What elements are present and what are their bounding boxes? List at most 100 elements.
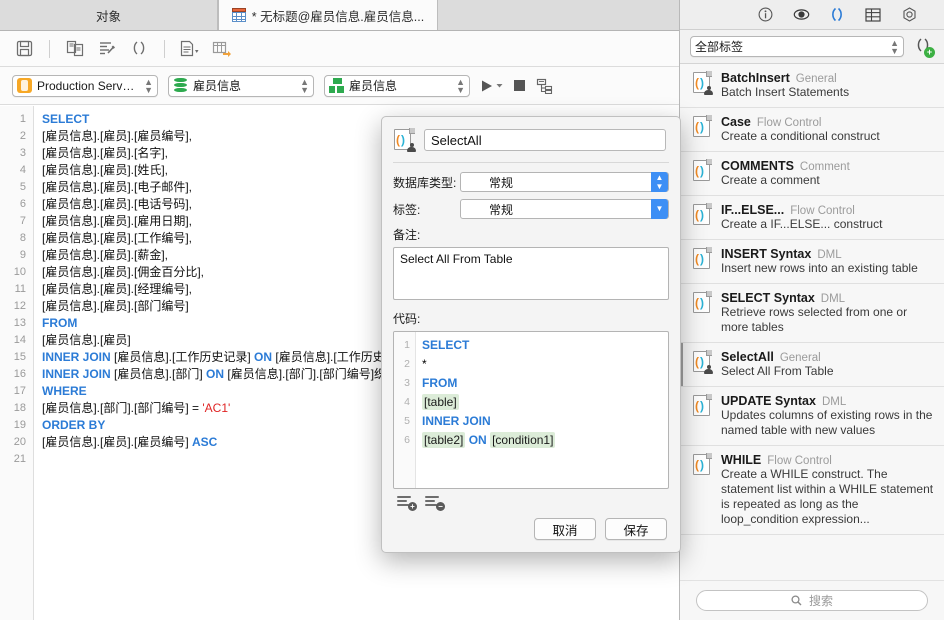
snippet-list-item[interactable]: () BatchInsert General Batch Insert Stateme… [680,64,944,108]
format-sql-icon[interactable] [93,36,121,62]
snippet-description: Create a conditional construct [721,129,880,143]
snippet-list-item[interactable]: () WHILE Flow Control Create a WHILE constr… [680,446,944,535]
snippet-text: UPDATE Syntax DML Updates columns of exist… [721,394,934,438]
snippet-doc-icon: () [692,247,712,271]
snippet-category: Flow Control [790,205,855,217]
database-icon [173,78,188,93]
stop-query-button[interactable] [513,79,526,92]
snippet-code-line-number: 6 [404,434,410,446]
snippet-list-item[interactable]: () Case Flow Control Create a conditional c… [680,108,944,152]
run-query-button[interactable] [480,79,503,93]
snippet-list-item[interactable]: () UPDATE Syntax DML Updates columns of exi… [680,387,944,446]
snippet-doc-icon: () [692,159,712,183]
snippet-title: SELECT Syntax [721,291,815,305]
snippet-code-line: * [422,357,427,371]
snippet-code-line: INNER JOIN [422,414,491,428]
tab-objects[interactable]: 对象 [0,0,218,30]
snippet-title-row: UPDATE Syntax DML [721,394,934,408]
tag-filter-select[interactable]: 全部标签 ▲ ▼ [690,36,904,57]
explain-plan-button[interactable] [536,78,554,94]
cancel-button[interactable]: 取消 [534,518,596,540]
server-select-value: Production Server... [37,78,138,93]
export-grid-icon[interactable] [208,36,236,62]
server-select-stepper: ▲ ▼ [144,76,153,95]
connection-toolbar: Production Server... ▲ ▼ 雇员信息 ▲ ▼ 雇员信息 ▲ ▼ [0,67,679,105]
snippet-list-item[interactable]: () INSERT Syntax DML Insert new rows into a… [680,240,944,284]
info-icon[interactable] [756,6,774,24]
editor-line-number: 2 [19,130,26,142]
snippet-title-row: INSERT Syntax DML [721,247,934,261]
snippet-title-row: Case Flow Control [721,115,934,129]
remove-parameter-button[interactable]: − [425,495,445,511]
snippet-description: Retrieve rows selected from one or more … [721,305,908,334]
snippet-doc-icon: () [692,71,713,95]
snippet-title: SelectAll [721,350,774,364]
snippet-category: Flow Control [756,117,822,129]
code-section: 代码: 1 2 3 4 5 6 SELECT * FROM [table] INNER JOIN [… [393,310,669,511]
snippet-doc-icon: () [692,291,712,315]
code-param-buttons: + − [393,489,669,511]
add-parameter-button[interactable]: + [397,495,417,511]
snippet-name-value: SelectAll [431,132,482,148]
snippet-text: SelectAll General Select All From Table [721,350,934,379]
snippet-list-item[interactable]: () SelectAll General Select All From Table [680,343,944,387]
save-button[interactable]: 保存 [605,518,667,540]
snippet-list-item[interactable]: () SELECT Syntax DML Retrieve rows selected… [680,284,944,343]
editor-line-number: 3 [19,147,26,159]
schema-select-value: 雇员信息 [349,79,398,93]
app-window: 对象 * 无标题@雇员信息.雇员信息... Production Server.… [0,0,944,620]
db-type-stepper-icon[interactable]: ▲ ▼ [651,172,668,192]
editor-line-number: 10 [13,266,26,278]
tab-bar: 对象 * 无标题@雇员信息.雇员信息... [0,0,679,31]
snippet-code-editor[interactable]: 1 2 3 4 5 6 SELECT * FROM [table] INNER JOIN [tabl… [393,331,669,489]
snippet-code-line-number: 2 [404,358,410,370]
snippet-text: INSERT Syntax DML Insert new rows into an … [721,247,934,276]
tag-chevron-down-icon[interactable]: ▼ [651,199,668,219]
settings-hex-icon[interactable] [900,6,918,24]
snippet-list[interactable]: () BatchInsert General Batch Insert Stateme… [680,64,944,580]
new-document-icon[interactable] [176,36,204,62]
editor-line-number: 12 [13,300,26,312]
snippet-code-line-number: 4 [404,396,410,408]
dialog-header: () SelectAll [382,117,680,162]
tab-query-editor[interactable]: * 无标题@雇员信息.雇员信息... [218,0,438,30]
snippet-list-item[interactable]: () COMMENTS Comment Create a comment [680,152,944,196]
notes-textarea[interactable]: Select All From Table [393,247,669,300]
tab-query-editor-label: * 无标题@雇员信息.雇员信息... [251,9,425,24]
snippet-code-text[interactable]: SELECT * FROM [table] INNER JOIN [table2] ON … [416,332,668,488]
snippet-doc-icon: () [692,203,712,227]
tab-objects-label: 对象 [95,9,121,24]
snippet-code-line-numbers: 1 2 3 4 5 6 [394,332,416,488]
snippet-search-input[interactable]: 搜索 [696,590,928,611]
snippet-code-line-number: 1 [404,339,410,351]
editor-line-number: 18 [13,402,26,414]
schema-select-stepper: ▲ ▼ [456,76,465,95]
add-snippet-button[interactable]: + [914,37,935,58]
schema-select[interactable]: 雇员信息 ▲ ▼ [324,74,470,97]
snippet-name-input[interactable]: SelectAll [424,129,666,151]
table-icon[interactable] [864,6,882,24]
save-icon[interactable] [10,36,38,62]
snippet-description: Create a comment [721,173,820,187]
snippet-category: DML [817,249,842,261]
db-type-select[interactable]: 常规 ▲ ▼ [460,172,669,192]
snippet-list-item[interactable]: () IF...ELSE... Flow Control Create a IF...… [680,196,944,240]
copy-icon[interactable] [61,36,89,62]
right-sidebar: 全部标签 ▲ ▼ + () BatchInsert General Batch Inse… [680,0,944,620]
snippet-text: BatchInsert General Batch Insert Statement… [721,71,934,100]
editor-line-number: 7 [19,215,26,227]
snippet-doc-icon: () [692,394,712,418]
sidebar-icon-tabs [680,0,944,30]
snippets-icon[interactable] [828,6,846,24]
server-select[interactable]: Production Server... ▲ ▼ [12,74,158,97]
tag-select[interactable]: 常规 ▼ [460,199,669,219]
editor-line-number: 14 [13,334,26,346]
tab-bar-filler [438,0,679,30]
editor-line-number: 8 [19,232,26,244]
snippet-category: Comment [799,161,850,173]
database-select-stepper: ▲ ▼ [300,76,309,95]
snippet-title: UPDATE Syntax [721,394,816,408]
snippet-parens-icon[interactable] [125,36,153,62]
preview-eye-icon[interactable] [792,6,810,24]
database-select[interactable]: 雇员信息 ▲ ▼ [168,74,314,97]
